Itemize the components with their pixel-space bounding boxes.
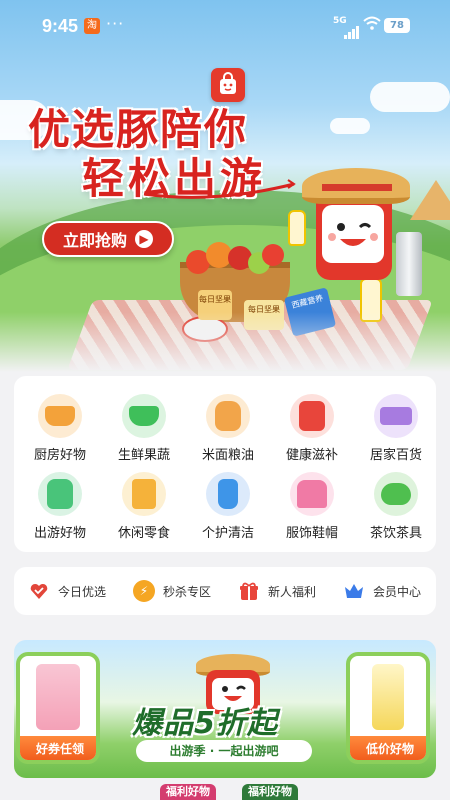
snack-bag-icon (122, 472, 166, 516)
heart-badge-icon (30, 583, 48, 599)
coupon-tag: 好券任领 (20, 736, 96, 760)
clock: 9:45 (42, 16, 79, 36)
cloud-decoration (370, 82, 450, 112)
thermos-image (396, 232, 422, 296)
quick-link-label: 秒杀专区 (163, 584, 212, 599)
cloud-decoration (330, 118, 370, 134)
pump-bottle-icon (206, 472, 250, 516)
quick-link-membership[interactable]: 会员中心 (329, 580, 434, 602)
quick-link-label: 会员中心 (373, 584, 422, 599)
hat-band (322, 184, 392, 191)
vegetable-basket-icon (122, 394, 166, 438)
category-grain-oil[interactable]: 米面粮油 (186, 386, 270, 464)
low-price-card[interactable]: 低价好物 (346, 652, 430, 764)
coupon-card[interactable]: 好券任领 (16, 652, 100, 764)
category-label: 茶饮茶具 (369, 526, 422, 541)
backpack-icon (38, 472, 82, 516)
quick-link-label: 新人福利 (268, 584, 317, 599)
signal-icon (344, 20, 360, 39)
swoosh-decoration (143, 179, 296, 199)
quick-link-flash-sale[interactable]: ⚡ 秒杀专区 (119, 580, 224, 602)
category-label: 出游好物 (33, 526, 86, 541)
juice-bottle-image (372, 664, 404, 730)
category-snacks[interactable]: 休闲零食 (102, 464, 186, 542)
category-home-goods[interactable]: 居家百货 (354, 386, 438, 464)
category-apparel[interactable]: 服饰鞋帽 (270, 464, 354, 542)
hero-fade (0, 312, 450, 372)
category-grid: 厨房好物 生鲜果蔬 米面粮油 健康滋补 居家百货 出游好物 休闲零食 个护清洁 … (14, 376, 436, 552)
buy-now-label: 立即抢购 (62, 231, 127, 250)
hero-banner[interactable]: 每日坚果 每日坚果 西藏营养 9:45 淘 ··· 5G 78 优选豚陪你 轻松… (0, 0, 450, 372)
mascot-face (322, 205, 384, 263)
gift-icon (240, 582, 258, 600)
bottom-section-tabs: 福利好物 福利好物 (14, 784, 436, 800)
taobao-app-icon: 淘 (84, 18, 100, 34)
snack-package-image (36, 664, 80, 730)
category-fresh-produce[interactable]: 生鲜果蔬 (102, 386, 186, 464)
category-label: 休闲零食 (117, 526, 170, 541)
category-label: 居家百货 (369, 448, 422, 463)
crown-icon (345, 584, 363, 598)
category-label: 生鲜果蔬 (117, 448, 170, 463)
wifi-icon (363, 16, 381, 30)
tent-decoration (410, 180, 450, 220)
category-kitchen[interactable]: 厨房好物 (18, 386, 102, 464)
more-notifications-icon: ··· (106, 14, 125, 33)
tshirt-icon (290, 472, 334, 516)
quick-link-label: 今日优选 (58, 584, 107, 599)
status-bar: 9:45 淘 ··· 5G 78 (0, 0, 450, 50)
juice-bottle-image (288, 210, 306, 246)
home-goods-icon (374, 394, 418, 438)
tab-welfare-goods[interactable]: 福利好物 (160, 784, 216, 800)
rice-sack-icon (206, 394, 250, 438)
category-label: 厨房好物 (33, 448, 86, 463)
category-health[interactable]: 健康滋补 (270, 386, 354, 464)
category-label: 服饰鞋帽 (285, 526, 338, 541)
quick-links-bar: 今日优选 ⚡ 秒杀专区 新人福利 会员中心 (14, 567, 436, 615)
category-personal-care[interactable]: 个护清洁 (186, 464, 270, 542)
category-label: 健康滋补 (285, 448, 338, 463)
teapot-icon (374, 472, 418, 516)
category-label: 米面粮油 (201, 448, 254, 463)
battery-indicator: 78 (384, 18, 410, 33)
chevron-right-icon: ▶ (135, 230, 153, 248)
promo-headline: 爆品5折起 (132, 706, 278, 741)
lightning-icon: ⚡ (133, 580, 155, 602)
quick-link-daily-picks[interactable]: 今日优选 (14, 580, 119, 602)
pot-icon (38, 394, 82, 438)
promo-subheadline: 出游季 · 一起出游吧 (136, 740, 312, 762)
category-tea[interactable]: 茶饮茶具 (354, 464, 438, 542)
buy-now-button[interactable]: 立即抢购 ▶ (42, 221, 174, 257)
category-travel[interactable]: 出游好物 (18, 464, 102, 542)
low-price-tag: 低价好物 (350, 736, 426, 760)
quick-link-new-user[interactable]: 新人福利 (224, 580, 329, 602)
fruit-image (262, 244, 284, 266)
promo-banner[interactable]: 好券任领 爆品5折起 出游季 · 一起出游吧 低价好物 (14, 640, 436, 778)
supplement-jar-icon (290, 394, 334, 438)
tab-welfare-goods[interactable]: 福利好物 (242, 784, 298, 800)
category-label: 个护清洁 (201, 526, 254, 541)
